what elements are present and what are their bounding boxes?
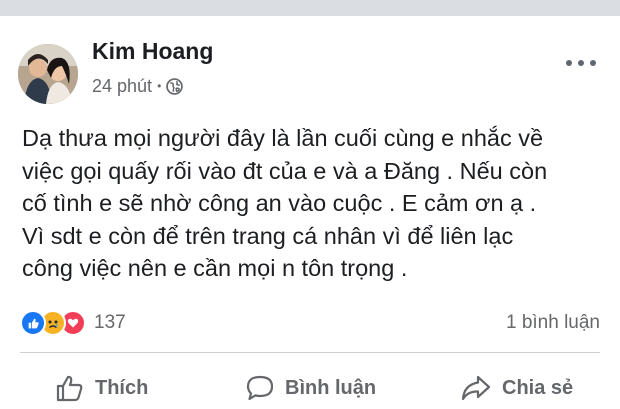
like-reaction-icon (20, 310, 46, 336)
more-dot (566, 60, 572, 66)
share-button-label: Chia sẻ (502, 376, 574, 399)
more-dot (578, 60, 584, 66)
reaction-count: 137 (94, 312, 126, 333)
thumbs-up-icon (55, 373, 85, 403)
post-text-line: Dạ thưa mọi người đây là lần cuối cùng e… (22, 125, 544, 151)
globe-icon[interactable] (166, 77, 184, 95)
comment-count-link[interactable]: 1 bình luận (506, 312, 600, 334)
post-actions: Thích Bình luận Chia sẻ (0, 370, 620, 408)
comment-button[interactable]: Bình luận (245, 370, 376, 406)
action-divider (20, 352, 600, 353)
more-dot (590, 60, 596, 66)
more-options-icon[interactable] (566, 56, 596, 70)
post-author[interactable]: Kim Hoang (92, 38, 213, 65)
comment-icon (245, 373, 275, 403)
share-button[interactable]: Chia sẻ (460, 370, 573, 406)
reaction-summary[interactable]: 137 (20, 310, 126, 336)
meta-separator: • (157, 79, 162, 93)
share-icon (460, 373, 492, 403)
top-bar (0, 0, 620, 16)
like-button[interactable]: Thích (55, 370, 148, 406)
post-meta: 24 phút • (92, 74, 184, 98)
post-text-line: Vì sdt e còn để trên trang cá nhân vì để… (22, 222, 514, 249)
post-text: Dạ thưa mọi người đây là lần cuối cùng e… (22, 122, 612, 285)
post-timestamp[interactable]: 24 phút (92, 76, 152, 97)
post-text-line: việc gọi quấy rối vào đt của e và a Đăng… (22, 157, 548, 184)
avatar[interactable] (18, 44, 78, 104)
post-text-line: công việc nên e cần mọi n tôn trọng . (22, 255, 408, 281)
post-card: Kim Hoang 24 phút • Dạ thưa mọi người đâ… (0, 16, 620, 409)
post-text-line: cố tình e sẽ nhờ công an vào cuộc . E cả… (22, 190, 537, 216)
comment-button-label: Bình luận (285, 376, 377, 399)
like-button-label: Thích (95, 376, 149, 399)
